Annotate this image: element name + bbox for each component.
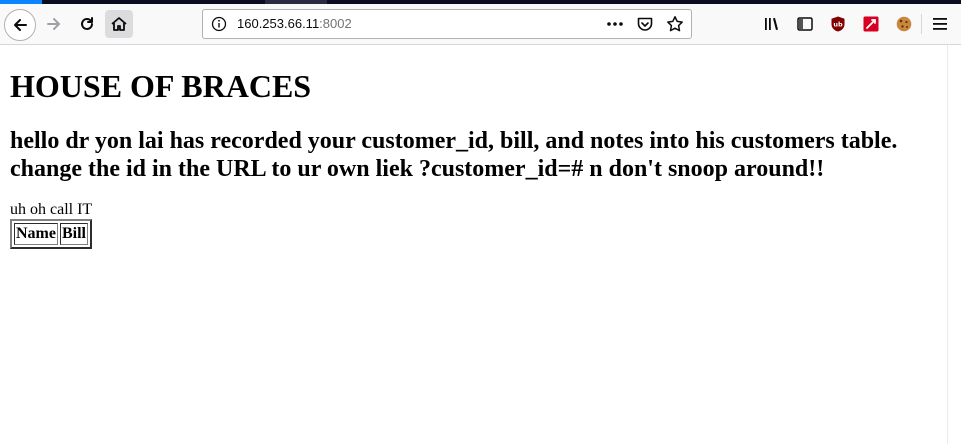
table-header-row: Name Bill <box>14 223 88 245</box>
back-arrow-icon <box>14 19 27 31</box>
forward-button[interactable] <box>40 10 68 38</box>
page-content: HOUSE OF BRACES hello dr yon lai has rec… <box>0 45 947 444</box>
page-subheading: hello dr yon lai has recorded your custo… <box>10 128 898 182</box>
url-port: :8002 <box>319 16 352 31</box>
column-header-bill: Bill <box>59 223 88 245</box>
more-icon[interactable] <box>605 14 625 34</box>
scrollbar-track[interactable] <box>947 45 961 444</box>
library-icon[interactable] <box>760 12 784 36</box>
red-extension-icon[interactable] <box>859 12 883 36</box>
browser-toolbar: 160.253.66.11:8002 ub <box>0 4 961 45</box>
info-icon[interactable] <box>211 16 227 36</box>
back-button[interactable] <box>4 9 36 41</box>
reload-button[interactable] <box>73 10 101 38</box>
url-text[interactable]: 160.253.66.11:8002 <box>237 16 352 31</box>
page-title: HOUSE OF BRACES <box>10 68 312 104</box>
toolbar-right-icons: ub <box>760 12 925 36</box>
reload-icon <box>81 17 93 30</box>
status-message: uh oh call IT <box>10 201 93 218</box>
svg-text:ub: ub <box>833 21 843 29</box>
pocket-icon[interactable] <box>635 14 655 34</box>
url-actions <box>605 14 685 34</box>
cookie-icon[interactable] <box>892 12 916 36</box>
forward-arrow-icon <box>47 18 60 30</box>
star-icon[interactable] <box>665 14 685 34</box>
column-header-name: Name <box>14 223 58 245</box>
home-button[interactable] <box>105 10 133 38</box>
ublock-origin-icon[interactable]: ub <box>826 12 850 36</box>
sidebar-icon[interactable] <box>793 12 817 36</box>
toolbar-separator <box>921 14 922 34</box>
url-bar[interactable]: 160.253.66.11:8002 <box>202 9 692 39</box>
home-icon <box>111 17 127 31</box>
customers-table: Name Bill <box>10 219 92 249</box>
url-host: 160.253.66.11 <box>237 16 320 31</box>
hamburger-menu-icon[interactable] <box>928 12 952 36</box>
